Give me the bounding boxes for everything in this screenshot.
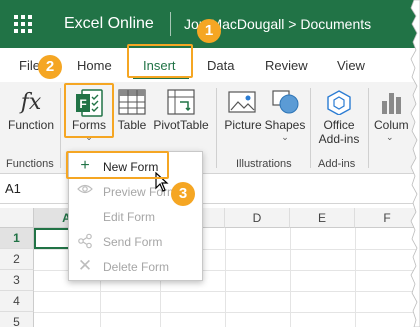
grid-line: [34, 291, 420, 292]
column-chart-icon: [372, 86, 412, 118]
row-header-4[interactable]: 4: [0, 291, 34, 312]
grid-line: [290, 228, 291, 327]
menu-item-delete-form[interactable]: ✕ Delete Form: [69, 255, 204, 279]
tab-view[interactable]: View: [337, 58, 365, 73]
tab-data[interactable]: Data: [207, 58, 234, 73]
title-divider: [170, 12, 171, 36]
callout-badge-1: 1: [197, 19, 221, 43]
app-name[interactable]: Excel Online: [64, 15, 154, 33]
app-launcher-icon[interactable]: [14, 15, 32, 33]
office-addins-button[interactable]: Office Add-ins: [314, 86, 364, 146]
shapes-button[interactable]: Shapes ⌄: [264, 86, 306, 142]
table-icon: [113, 86, 151, 118]
share-icon: [77, 233, 93, 249]
table-button[interactable]: Table: [113, 86, 151, 132]
menu-item-label: Send Form: [103, 235, 163, 249]
menu-item-send-form[interactable]: Send Form: [69, 230, 204, 254]
row-header-3[interactable]: 3: [0, 270, 34, 291]
column-header-d[interactable]: D: [225, 208, 290, 228]
select-all-corner[interactable]: [0, 208, 34, 228]
callout-highlight-forms-button: [64, 83, 114, 138]
insert-function-button[interactable]: fx Function: [6, 88, 56, 132]
callout-highlight-insert-tab: [127, 44, 193, 78]
pivottable-label: PivotTable: [153, 118, 209, 132]
group-label-addins: Add-ins: [318, 158, 356, 170]
row-header-5[interactable]: 5: [0, 312, 34, 327]
office-addins-label-2: Add-ins: [318, 132, 360, 146]
ribbon-tabs: File Home Insert Data Review View: [0, 48, 420, 82]
column-chart-button[interactable]: Colum ⌄: [372, 86, 412, 142]
menu-item-label: Edit Form: [103, 210, 156, 224]
callout-badge-3: 3: [171, 182, 195, 206]
callout-highlight-new-form: [66, 151, 169, 179]
column-header-e[interactable]: E: [290, 208, 355, 228]
row-header-2[interactable]: 2: [0, 249, 34, 270]
picture-button[interactable]: Picture: [222, 86, 264, 132]
group-label-illustrations: Illustrations: [236, 158, 292, 170]
menu-item-label: Delete Form: [103, 260, 170, 274]
column-label: Colum: [374, 118, 409, 132]
shapes-label: Shapes: [264, 118, 306, 132]
function-label: Function: [7, 118, 55, 132]
grid-line: [225, 228, 226, 327]
ribbon: fx Function F Forms ⌄ Table PivotTable P…: [0, 82, 420, 174]
formula-bar: A1: [0, 174, 420, 204]
group-divider: [310, 88, 311, 168]
group-divider: [216, 88, 217, 168]
name-box[interactable]: A1: [5, 181, 21, 196]
picture-icon: [222, 86, 264, 118]
grid-line: [34, 312, 420, 313]
callout-badge-2: 2: [38, 55, 62, 79]
chevron-down-icon: ⌄: [386, 132, 394, 142]
grid-line: [355, 228, 356, 327]
group-divider: [368, 88, 369, 168]
tab-home[interactable]: Home: [77, 58, 112, 73]
torn-edge-decoration: [410, 0, 420, 327]
office-addins-label-1: Office: [323, 118, 355, 132]
group-divider: [60, 88, 61, 168]
shapes-icon: [264, 86, 306, 118]
x-icon: ✕: [77, 256, 93, 275]
tab-file[interactable]: File: [19, 58, 40, 73]
picture-label: Picture: [224, 118, 262, 132]
function-icon: fx: [20, 90, 42, 115]
pivottable-button[interactable]: PivotTable: [152, 86, 210, 132]
menu-item-edit-form[interactable]: Edit Form: [69, 205, 204, 229]
tab-review[interactable]: Review: [265, 58, 308, 73]
row-header-1[interactable]: 1: [0, 228, 34, 249]
eye-icon: [77, 183, 93, 199]
chevron-down-icon: ⌄: [281, 132, 289, 142]
table-label: Table: [117, 118, 147, 132]
group-label-functions: Functions: [6, 158, 54, 170]
addins-icon: [314, 86, 364, 118]
pivottable-icon: [152, 86, 210, 118]
